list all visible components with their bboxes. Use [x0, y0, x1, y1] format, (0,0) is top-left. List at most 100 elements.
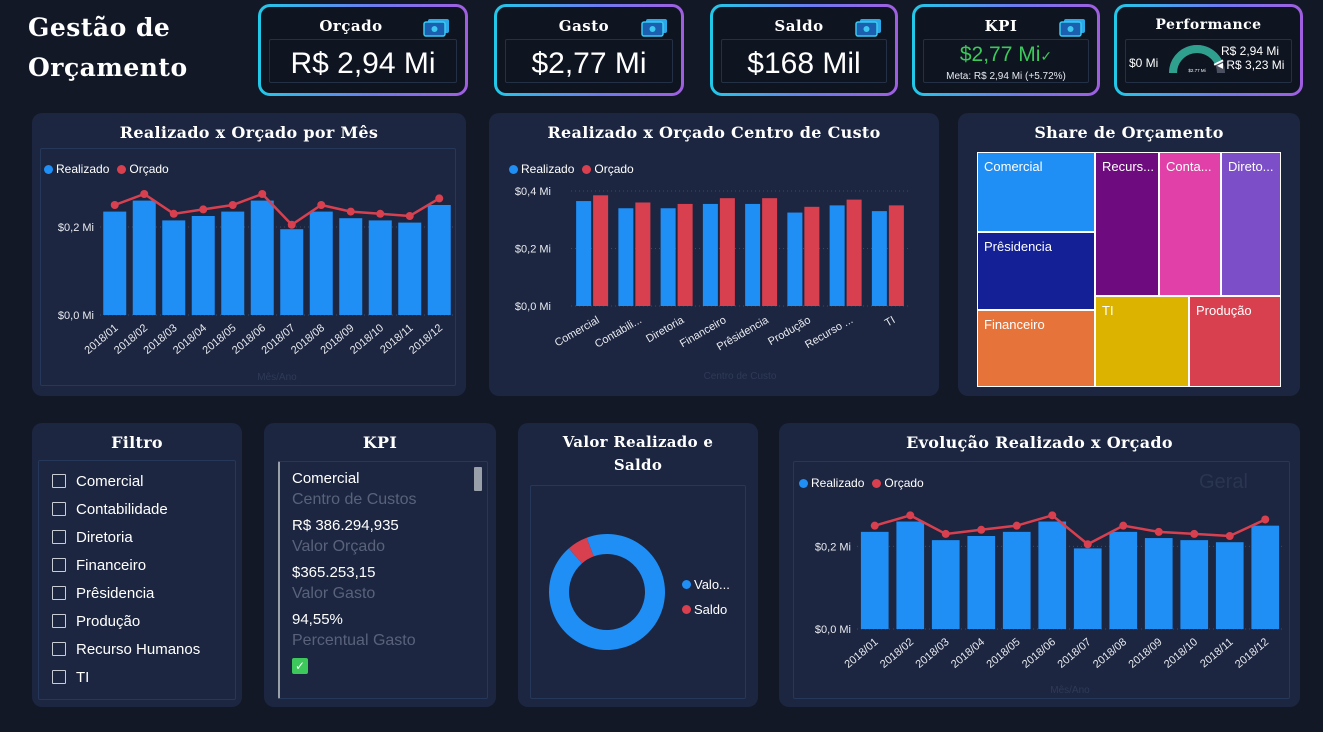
gauge-min-label: $0 Mi — [1129, 56, 1159, 70]
bar-realizado — [787, 212, 803, 306]
checkbox[interactable] — [52, 586, 66, 600]
x-tick-label: 2018/11 — [1198, 636, 1236, 670]
filter-item-presidencia[interactable]: Prêsidencia — [52, 579, 200, 607]
legend-item-valor-realizado[interactable]: Valo... — [682, 572, 730, 597]
page-title-line1: Gestão de — [28, 13, 171, 42]
bar-realizado — [618, 208, 634, 306]
kpi-list-label: Valor Orçado — [292, 538, 386, 555]
point-orcado — [1012, 521, 1021, 530]
gauge-max-label: ◂ R$ 3,23 Mi — [1217, 58, 1285, 72]
bar-realizado — [103, 211, 127, 315]
panel-kpi-list: KPI Comercial Centro de Custos R$ 386.29… — [264, 423, 496, 707]
x-tick-label: 2018/12 — [1233, 636, 1271, 671]
scrollbar-thumb[interactable] — [474, 467, 482, 491]
checkbox[interactable] — [52, 558, 66, 572]
kpi-list-label: Centro de Custos — [292, 491, 417, 508]
kpi-list-value: R$ 386.294,935 — [292, 517, 399, 534]
x-tick-label: 2018/07 — [1056, 636, 1094, 671]
y-tick-label: $0,2 Mi — [515, 244, 551, 256]
checkbox[interactable] — [52, 474, 66, 488]
treemap-cell-recursos[interactable]: Recurs... — [1095, 152, 1159, 296]
point-orcado — [941, 529, 950, 538]
checkbox[interactable] — [52, 530, 66, 544]
point-orcado — [169, 209, 178, 218]
donut-chart[interactable] — [518, 423, 758, 707]
kpi-meta: Meta: R$ 2,94 Mi (+5.72%) — [946, 71, 1066, 82]
monthly-bar-chart[interactable]: $0,2 Mi$0,0 Mi2018/012018/022018/032018/… — [32, 113, 466, 396]
kpi-card-gasto: Gasto $2,77 Mi — [494, 4, 684, 96]
checkbox[interactable] — [52, 614, 66, 628]
treemap-cell-ti[interactable]: TI — [1095, 296, 1189, 387]
bar-realizado — [745, 203, 761, 306]
panel-title: KPI — [362, 433, 398, 452]
y-tick-label: $0,2 Mi — [58, 222, 94, 234]
bar-realizado — [132, 200, 156, 315]
x-tick-label: 2018/02 — [878, 636, 916, 671]
checkbox[interactable] — [52, 670, 66, 684]
bar-orcado — [677, 203, 693, 306]
y-tick-label: $0,2 Mi — [815, 541, 851, 553]
kpi-caption: Performance — [1155, 17, 1262, 33]
treemap-cell-diretoria[interactable]: Direto... — [1221, 152, 1281, 296]
checkbox[interactable] — [52, 642, 66, 656]
point-orcado — [1225, 532, 1234, 540]
bar-realizado — [162, 220, 186, 315]
legend-item-saldo[interactable]: Saldo — [682, 597, 730, 622]
y-tick-label: $0,0 Mi — [815, 624, 851, 636]
point-orcado — [346, 207, 355, 216]
treemap-cell-contabilidade[interactable]: Conta... — [1159, 152, 1221, 296]
kpi-value: $2,77 Mi✓ — [959, 43, 1053, 66]
check-icon: ✓ — [292, 658, 308, 674]
bar-realizado — [702, 203, 718, 306]
filter-list: Comercial Contabilidade Diretoria Financ… — [52, 467, 200, 691]
treemap-cell-comercial[interactable]: Comercial — [977, 152, 1095, 232]
treemap-cell-presidencia[interactable]: Prêsidencia — [977, 232, 1095, 310]
x-tick-label: 2018/01 — [843, 636, 881, 671]
x-axis-title: Mês/Ano — [1050, 685, 1090, 696]
costcenter-bar-chart[interactable]: $0,4 Mi$0,2 Mi$0,0 MiComercialContabili.… — [489, 113, 939, 396]
bar-realizado — [660, 208, 676, 306]
bar-realizado — [1251, 525, 1280, 629]
money-icon — [641, 19, 667, 37]
point-orcado — [228, 201, 237, 209]
bar-realizado — [576, 201, 592, 306]
treemap-cell-financeiro[interactable]: Financeiro — [977, 310, 1095, 387]
filter-item-financeiro[interactable]: Financeiro — [52, 551, 200, 579]
bar-realizado — [896, 521, 925, 629]
donut-slice-valor-realizado — [549, 534, 665, 650]
point-orcado — [1261, 515, 1270, 524]
filter-item-diretoria[interactable]: Diretoria — [52, 523, 200, 551]
bar-realizado — [250, 200, 274, 315]
filter-item-producao[interactable]: Produção — [52, 607, 200, 635]
bar-realizado — [1180, 540, 1209, 629]
bar-realizado — [221, 211, 245, 315]
money-icon — [1059, 19, 1085, 37]
filter-item-comercial[interactable]: Comercial — [52, 467, 200, 495]
filter-item-contabilidade[interactable]: Contabilidade — [52, 495, 200, 523]
point-orcado — [376, 209, 385, 218]
money-icon — [423, 19, 449, 37]
filter-item-recurso-humanos[interactable]: Recurso Humanos — [52, 635, 200, 663]
bar-orcado — [635, 202, 651, 306]
bar-realizado — [1073, 548, 1102, 629]
evolution-bar-chart[interactable]: $0,2 Mi$0,0 Mi2018/012018/022018/032018/… — [779, 423, 1300, 707]
point-orcado — [199, 205, 208, 214]
panel-share-treemap: Share de Orçamento Comercial Recurs... C… — [958, 113, 1300, 396]
x-tick-label: 2018/12 — [407, 322, 445, 357]
checkbox[interactable] — [52, 502, 66, 516]
x-tick-label: 2018/10 — [1162, 636, 1200, 671]
point-orcado — [110, 201, 119, 209]
bar-realizado — [1109, 531, 1138, 629]
bar-orcado — [804, 206, 820, 306]
bar-realizado — [339, 218, 363, 315]
x-tick-label: Recurso ... — [803, 314, 855, 351]
panel-filter: Filtro Comercial Contabilidade Diretoria… — [32, 423, 242, 707]
money-icon — [855, 19, 881, 37]
filter-item-ti[interactable]: TI — [52, 663, 200, 691]
x-tick-label: Contabili... — [593, 314, 644, 350]
point-orcado — [906, 511, 915, 520]
bar-realizado — [368, 220, 392, 315]
kpi-list-value: 94,55% — [292, 611, 343, 628]
kpi-card-performance: Performance $0 Mi $2.77 Mi R$ 2,94 Mi ◂ … — [1114, 4, 1303, 96]
treemap-cell-producao[interactable]: Produção — [1189, 296, 1281, 387]
